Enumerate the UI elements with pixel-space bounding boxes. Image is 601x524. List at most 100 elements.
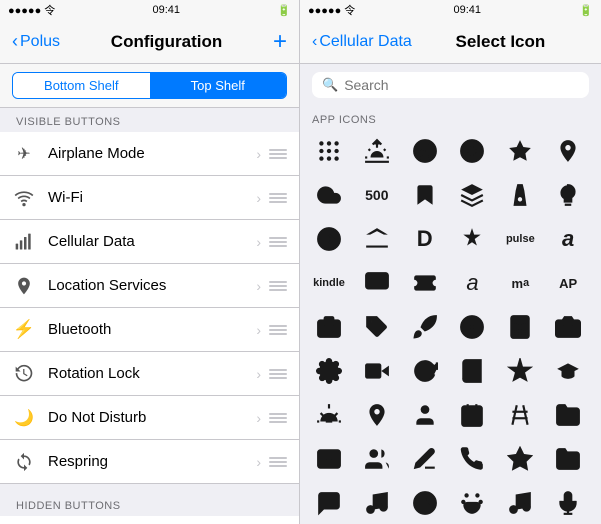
icon-d-letter[interactable]: D — [404, 218, 446, 260]
list-item[interactable]: Respring › — [0, 440, 299, 484]
do-not-disturb-icon: 🌙 — [12, 406, 36, 430]
chevron-right-icon: › — [256, 234, 261, 250]
icon-spiral[interactable] — [404, 130, 446, 172]
icon-calendar[interactable] — [451, 394, 493, 436]
icon-bookmark[interactable] — [404, 174, 446, 216]
status-bar-left: ●●●●● 令 09:41 🔋 — [0, 0, 299, 20]
icon-folder2[interactable] — [547, 438, 589, 480]
back-label-right: Cellular Data — [319, 33, 411, 51]
icon-calculator[interactable] — [499, 306, 541, 348]
icon-graduation[interactable] — [547, 350, 589, 392]
icon-guitar[interactable] — [499, 394, 541, 436]
icon-mq[interactable]: ma — [499, 262, 541, 304]
icon-amazon[interactable]: a — [547, 218, 589, 260]
list-item[interactable]: VPN VPN › — [0, 516, 299, 524]
reorder-handle[interactable] — [269, 325, 287, 335]
segment-control: Bottom Shelf Top Shelf — [12, 72, 287, 99]
icon-star2[interactable] — [499, 438, 541, 480]
icon-microphone[interactable] — [547, 482, 589, 524]
reorder-handle[interactable] — [269, 193, 287, 203]
right-nav-bar: ‹ Cellular Data Select Icon — [300, 20, 601, 64]
icon-clock[interactable] — [404, 482, 446, 524]
icon-500px[interactable]: 500 — [356, 174, 398, 216]
icon-pencil[interactable] — [404, 438, 446, 480]
icon-sunrise[interactable] — [356, 130, 398, 172]
reorder-handle[interactable] — [269, 413, 287, 423]
left-panel: ●●●●● 令 09:41 🔋 ‹ Polus Configuration + … — [0, 0, 300, 524]
right-panel: ●●●●● 令 09:41 🔋 ‹ Cellular Data Select I… — [300, 0, 601, 524]
icon-paw[interactable] — [451, 482, 493, 524]
search-bar: 🔍 — [300, 64, 601, 106]
add-button[interactable]: + — [273, 28, 287, 56]
reorder-handle[interactable] — [269, 457, 287, 467]
icons-grid-scroll: 500 D pulse a kindle a ma AP — [300, 130, 601, 524]
icon-music[interactable] — [356, 482, 398, 524]
icon-pulse[interactable]: pulse — [499, 218, 541, 260]
icon-kindle[interactable]: kindle — [308, 262, 350, 304]
reorder-handle[interactable] — [269, 149, 287, 159]
list-item[interactable]: 🌙 Do Not Disturb › — [0, 396, 299, 440]
icon-pin[interactable] — [547, 130, 589, 172]
icon-cloud[interactable] — [308, 174, 350, 216]
chevron-right-icon: › — [256, 322, 261, 338]
icon-layers[interactable] — [451, 174, 493, 216]
icon-people[interactable] — [356, 438, 398, 480]
icon-pushpin[interactable] — [451, 218, 493, 260]
icon-dots[interactable] — [308, 130, 350, 172]
icon-phone[interactable] — [451, 438, 493, 480]
icon-ap[interactable]: AP — [547, 262, 589, 304]
icon-refresh-time[interactable] — [404, 350, 446, 392]
segment-bottom-shelf[interactable]: Bottom Shelf — [13, 73, 150, 98]
status-right: 🔋 — [277, 4, 291, 17]
left-nav-bar: ‹ Polus Configuration + — [0, 20, 299, 64]
icon-bulb[interactable] — [547, 174, 589, 216]
segment-bar: Bottom Shelf Top Shelf — [0, 64, 299, 108]
list-item[interactable]: Location Services › — [0, 264, 299, 308]
back-button-right[interactable]: ‹ Cellular Data — [312, 33, 412, 51]
icon-appstore[interactable] — [451, 306, 493, 348]
icon-camera[interactable] — [547, 306, 589, 348]
list-item[interactable]: ✈ Airplane Mode › — [0, 132, 299, 176]
icon-a-cursive[interactable]: a — [451, 262, 493, 304]
search-input-wrap[interactable]: 🔍 — [312, 72, 589, 98]
icon-star[interactable] — [499, 130, 541, 172]
back-button-left[interactable]: ‹ Polus — [12, 31, 60, 52]
icon-rocket[interactable] — [404, 306, 446, 348]
reorder-handle[interactable] — [269, 281, 287, 291]
list-item[interactable]: Rotation Lock › — [0, 352, 299, 396]
icon-reel[interactable] — [451, 130, 493, 172]
icon-music-note[interactable] — [499, 482, 541, 524]
airplane-icon: ✈ — [12, 142, 36, 166]
app-icons-section-header: APP ICONS — [300, 106, 601, 130]
icon-news[interactable] — [356, 262, 398, 304]
icon-tag[interactable] — [356, 306, 398, 348]
icon-lamp[interactable] — [308, 394, 350, 436]
list-item[interactable]: Wi-Fi › — [0, 176, 299, 220]
icon-sparkle[interactable] — [499, 350, 541, 392]
icon-map-pin2[interactable] — [356, 394, 398, 436]
icon-bubble[interactable] — [308, 482, 350, 524]
hidden-section-header: HIDDEN BUTTONS — [0, 492, 299, 516]
chevron-right-icon: › — [256, 146, 261, 162]
segment-top-shelf[interactable]: Top Shelf — [150, 73, 287, 98]
icon-circle-arrow[interactable] — [308, 218, 350, 260]
status-left: ●●●●● 令 — [8, 2, 55, 18]
icon-folder-photo[interactable] — [547, 394, 589, 436]
list-item[interactable]: ⚡ Bluetooth › — [0, 308, 299, 352]
chevron-right-icon: › — [256, 410, 261, 426]
icon-person[interactable] — [404, 394, 446, 436]
icon-flashlight[interactable] — [499, 174, 541, 216]
icon-hat[interactable] — [356, 218, 398, 260]
icon-settings-gear[interactable] — [308, 350, 350, 392]
reorder-handle[interactable] — [269, 369, 287, 379]
icon-ticket[interactable] — [404, 262, 446, 304]
search-input[interactable] — [344, 77, 579, 93]
icon-book[interactable] — [451, 350, 493, 392]
icon-mail[interactable] — [308, 438, 350, 480]
list-item[interactable]: Cellular Data › — [0, 220, 299, 264]
item-label: Bluetooth — [48, 321, 256, 338]
wifi-icon — [12, 186, 36, 210]
icon-camera-retro[interactable] — [308, 306, 350, 348]
reorder-handle[interactable] — [269, 237, 287, 247]
icon-video[interactable] — [356, 350, 398, 392]
